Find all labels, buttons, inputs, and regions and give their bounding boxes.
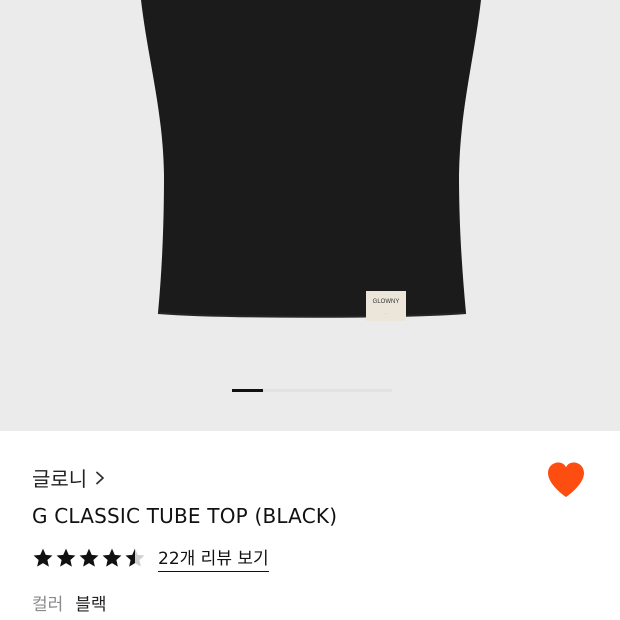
- color-label: 컬러: [32, 595, 64, 615]
- heart-icon[interactable]: [546, 461, 586, 499]
- product-image: GLOWNY ·····: [141, 0, 481, 321]
- star-rating: [32, 547, 146, 569]
- carousel-indicator-rest[interactable]: [263, 389, 392, 392]
- svg-text:·····: ·····: [384, 311, 389, 315]
- star-icon: [79, 548, 99, 567]
- rating-row: 22개 리뷰 보기: [32, 544, 269, 572]
- color-value: 블랙: [75, 595, 107, 615]
- color-option-row: 컬러 블랙: [32, 590, 107, 615]
- brand-name: 글로니: [32, 467, 88, 491]
- garment-label-tag: GLOWNY ·····: [366, 291, 406, 321]
- carousel-indicator[interactable]: [232, 389, 392, 392]
- chevron-right-icon: [96, 471, 105, 484]
- carousel-indicator-active[interactable]: [232, 389, 263, 392]
- tube-top-garment: [141, 0, 481, 317]
- product-title: G CLASSIC TUBE TOP (BLACK): [32, 504, 338, 528]
- review-link[interactable]: 22개 리뷰 보기: [158, 544, 269, 572]
- star-icon: [33, 548, 53, 567]
- half-star-icon: [125, 548, 145, 567]
- product-image-carousel[interactable]: GLOWNY ·····: [0, 0, 620, 431]
- svg-text:GLOWNY: GLOWNY: [373, 299, 400, 305]
- brand-link[interactable]: 글로니: [32, 463, 107, 492]
- product-info: 글로니 G CLASSIC TUBE TOP (BLACK) 22개 리뷰 보기…: [0, 431, 620, 620]
- star-icon: [102, 548, 122, 567]
- star-icon: [56, 548, 76, 567]
